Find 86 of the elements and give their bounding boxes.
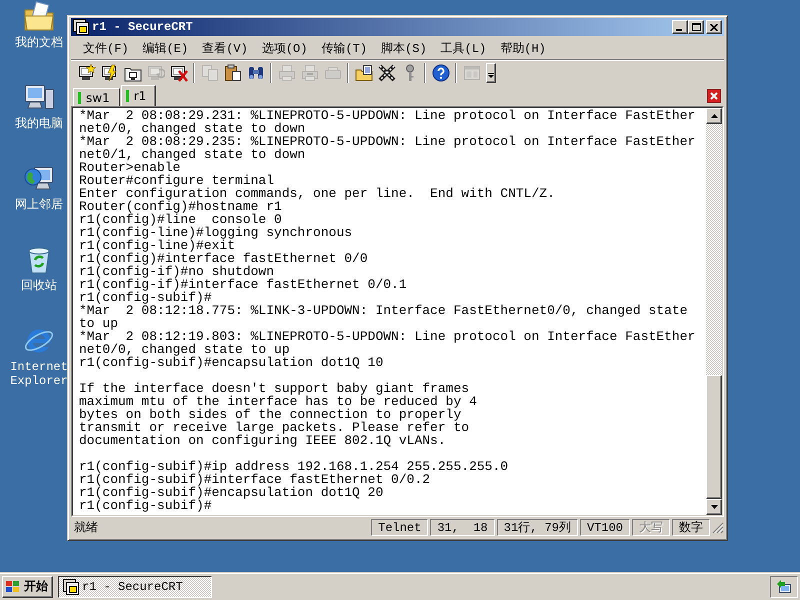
terminal-line: to up [79,317,118,330]
terminal-line: r1(config-subif)# [79,291,212,304]
folder-icon[interactable] [23,1,55,33]
terminal-line: *Mar 2 08:08:29.235: %LINEPROTO-5-UPDOWN: Line protocol on Interface FastEther [79,135,696,148]
terminal-line: *Mar 2 08:12:19.803: %LINEPROTO-5-UPDOWN: Line protocol on Interface FastEther [79,330,696,343]
desktop-icon-label[interactable]: 网上邻居 [15,198,63,212]
terminal-line: r1(config-if)#interface fastEthernet 0/0.1 [79,278,407,291]
terminal-line: r1(config-subif)#encapsulation dot1Q 10 [79,356,384,369]
menu-item[interactable]: 脚本(S) [374,40,434,56]
printer-icon [278,64,296,82]
help-icon [432,64,450,82]
menu-item[interactable]: 编辑(E) [136,40,196,56]
maximize-icon [692,23,700,31]
terminal-line: If the interface doesn't support baby giant frames [79,382,470,395]
terminal-line: *Mar 2 08:12:18.775: %LINK-3-UPDOWN: Interface FastEthernet0/0, changed state [79,304,688,317]
terminal-line: r1(config)#line console 0 [79,213,282,226]
scrollbar-thumb[interactable] [706,375,722,499]
toolbar-overflow-button[interactable] [486,62,496,82]
status-pane: 31, 18 [430,519,495,536]
terminal-line: Router(config)#hostname r1 [79,200,282,213]
crossed-tools-icon [378,64,396,82]
paste-icon [224,64,242,82]
terminal-line: net0/0, changed state to down [79,122,306,135]
terminal-line: r1(config-subif)# [79,499,212,512]
close-icon [707,88,721,102]
terminal-line: net0/1, changed state to down [79,148,306,161]
close-icon [710,24,718,30]
terminal-line: Router#configure terminal [79,174,274,187]
session-tab[interactable]: sw1 [73,88,120,106]
copy-icon [200,64,218,82]
monitor-spark-icon [78,64,96,82]
terminal-line: r1(config-subif)#ip address 192.168.1.254 255.255.255.0 [79,460,508,473]
terminal-line: Enter configuration commands, one per line. End with CNTL/Z. [79,187,555,200]
terminal-line: net0/0, changed state to up [79,343,290,356]
scroll-up-button[interactable] [706,108,722,124]
desktop-icon-label[interactable]: 我的电脑 [15,117,63,131]
desktop-icon-label[interactable]: Internet Explorer [8,360,70,388]
desktop-icon-label[interactable]: 我的文档 [15,36,63,50]
close-button[interactable] [706,20,722,34]
terminal-line: r1(config-subif)#interface fastEthernet 0/0.2 [79,473,430,486]
status-pane: Telnet [371,519,428,536]
terminal-line: r1(config-subif)#encapsulation dot1Q 20 [79,486,384,499]
window-title: r1 - SecureCRT [92,20,194,34]
printer-icon [300,64,318,82]
window-stack-icon [73,19,89,35]
window-stack-icon [63,578,79,594]
menu-item[interactable]: 工具(L) [434,40,494,56]
terminal-line: r1(config)#interface fastEthernet 0/0 [79,252,368,265]
taskbar-window-button[interactable]: r1 - SecureCRT [58,576,212,598]
desktop-icon-label[interactable]: 回收站 [21,279,57,293]
status-pane: 31行, 79列 [496,519,578,536]
resize-grip-icon [712,522,724,534]
monitor-cross-icon [170,64,188,82]
terminal-line: *Mar 2 08:08:29.231: %LINEPROTO-5-UPDOWN: Line protocol on Interface FastEther [79,109,696,122]
terminal-line: r1(config-line)#logging synchronous [79,226,352,239]
maximize-button[interactable] [688,20,704,34]
session-tab[interactable]: r1 [120,85,156,106]
monitor-lightning-icon [100,64,118,82]
arrow-down-icon [710,505,718,509]
terminal-line: documentation on configuring IEEE 802.1Q vLANs. [79,434,446,447]
minimize-button[interactable] [672,20,688,34]
terminal-line: r1(config-if)#no shutdown [79,265,274,278]
terminal-line: Router>enable [79,161,180,174]
menu-item[interactable]: 文件(F) [76,40,136,56]
monitor-arrow-icon [146,64,164,82]
status-message: 就绪 [73,520,98,536]
network-monitor-icon[interactable] [776,578,792,594]
menu-item[interactable]: 帮助(H) [493,40,553,56]
status-pane: VT100 [580,519,630,536]
status-pane: 大写 [632,519,670,536]
terminal-line: bytes on both sides of the connection to properly [79,408,462,421]
menu-item[interactable]: 传输(T) [314,40,374,56]
status-pane: 数字 [672,519,710,536]
scroll-down-button[interactable] [706,499,722,515]
window-panes-icon [462,64,480,82]
windows-flag-icon [5,580,21,594]
folder-document-icon [354,64,372,82]
start-button[interactable]: 开始 [2,576,53,598]
menu-item[interactable]: 查看(V) [195,40,255,56]
terminal-line: maximum mtu of the interface has to be reduced by 4 [79,395,477,408]
arrow-up-icon [710,114,718,118]
menu-item[interactable]: 选项(O) [254,40,314,56]
terminal-line: transmit or receive large packets. Please refer to [79,421,470,434]
chevron-down-icon [488,72,494,78]
terminal-line: r1(config-line)#exit [79,239,236,252]
close-tab-button[interactable] [707,88,721,102]
